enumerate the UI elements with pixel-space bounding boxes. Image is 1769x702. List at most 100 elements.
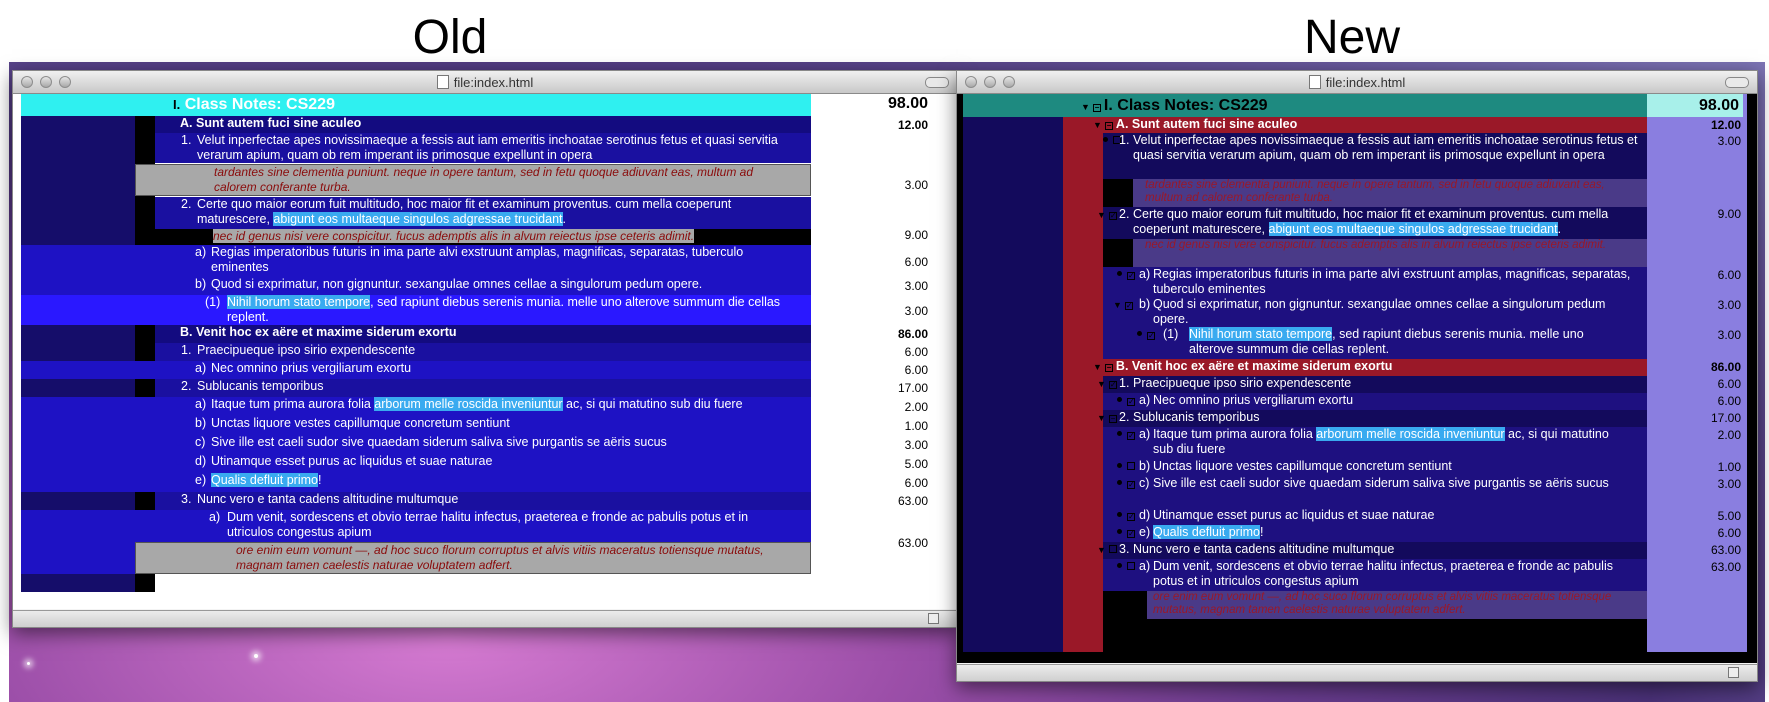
outline-row-A2a[interactable]: a) Regias imperatoribus futuris in ima pa…	[21, 245, 811, 277]
window-title-text: file:index.html	[1325, 75, 1406, 90]
outline-root-row[interactable]: I. Class Notes: CS229	[21, 94, 811, 116]
checkbox-icon[interactable]: −	[1104, 122, 1113, 130]
toolbar-toggle-button[interactable]	[925, 77, 949, 88]
outline-note-A2: nec id genus nisi vere conspicitur. fucu…	[135, 229, 811, 245]
row-label: e)	[195, 473, 207, 487]
disclosure-triangle-icon[interactable]: ▼	[1093, 118, 1102, 133]
disclosure-triangle-icon[interactable]: ▼	[1081, 96, 1090, 119]
checkbox-icon[interactable]: ✓	[1127, 398, 1135, 406]
old-status-bar	[13, 610, 957, 627]
outline-row-B1a[interactable]: a) Nec omnino prius vergiliarum exortu	[21, 361, 811, 379]
row-label: a)	[1139, 393, 1151, 407]
disclosure-triangle-icon[interactable]: ▼	[1097, 208, 1106, 223]
old-value-B2c: 3.00	[904, 438, 928, 452]
outline-row-A1[interactable]: 1. Velut inperfectae apes novissimaeque a…	[155, 133, 811, 163]
outline-row-A[interactable]: A. Sunt autem fuci sine aculeo	[155, 116, 811, 133]
checkbox-icon[interactable]: ✓	[1127, 481, 1135, 489]
new-outline-root-row[interactable]: ▼ − I. Class Notes: CS229	[963, 94, 1647, 117]
new-outline-row-B[interactable]: ▼ − B. Venit hoc ex aëre et maxime siderum…	[1083, 359, 1647, 376]
outline-row-B2a[interactable]: a) Itaque tum prima aurora folia arborum …	[21, 397, 811, 416]
checkbox-icon[interactable]	[1127, 562, 1135, 570]
note-text: ore enim eum vomunt —, ad hoc suco floru…	[236, 543, 764, 572]
new-outline-row-B1[interactable]: ▼ ✓ 1. Praecipueque ipso sirio expendescent…	[1097, 376, 1647, 393]
outline-row-A2[interactable]: 2. Certe quo maior eorum fuit multitudo, …	[155, 197, 811, 229]
row-text: Venit hoc ex aëre et maxime siderum exor…	[195, 325, 457, 339]
window-title: file:index.html	[957, 75, 1757, 90]
row-label: d)	[195, 454, 207, 468]
new-outline-row-A[interactable]: ▼ − A. Sunt autem fuci sine aculeo	[1083, 117, 1647, 133]
new-outline-note-A2: nec id genus nisi vere conspicitur. fucu…	[1133, 239, 1647, 267]
checkbox-icon[interactable]: −	[1108, 415, 1117, 423]
status-bar-button[interactable]	[928, 613, 939, 624]
new-value-B2d: 5.00	[1717, 509, 1741, 523]
status-bar-button[interactable]	[1728, 667, 1739, 678]
note-text: tardantes sine clementia puniunt. neque …	[1145, 179, 1605, 204]
checkbox-icon[interactable]: ✓	[1127, 432, 1135, 440]
new-titlebar: file:index.html	[957, 71, 1757, 94]
new-outline-row-B2a[interactable]: ✓ a) Itaque tum prima aurora folia arborum…	[1103, 427, 1647, 459]
outline-row-B[interactable]: B. Venit hoc ex aëre et maxime siderum e…	[155, 325, 811, 343]
row-label: 3.	[181, 492, 192, 506]
new-outline-row-B2b[interactable]: b) Unctas liquore vestes capillumque conc…	[1103, 459, 1647, 476]
row-label: d)	[1139, 508, 1151, 522]
new-value-A2b1: 3.00	[1717, 328, 1741, 342]
checkbox-icon[interactable]: −	[1092, 104, 1101, 112]
outline-row-B3[interactable]: 3. Nunc vero e tanta cadens altitudine mu…	[155, 492, 811, 510]
disclosure-triangle-icon[interactable]: ▼	[1097, 377, 1106, 392]
outline-row-B2c[interactable]: c) Sive ille est caeli sudor sive quaedam…	[21, 435, 811, 454]
outline-row-B2b[interactable]: b) Unctas liquore vestes capillumque conc…	[21, 416, 811, 435]
row-text: Unctas liquore vestes capillumque concre…	[1153, 459, 1452, 473]
disclosure-triangle-icon[interactable]: ▼	[1093, 360, 1102, 375]
checkbox-icon[interactable]: ✓	[1127, 272, 1135, 280]
new-status-bar	[957, 664, 1757, 681]
outline-row-B2e[interactable]: e) Qualis defluit primo!	[21, 473, 811, 492]
new-outline-row-B3[interactable]: ▼ 3. Nunc vero e tanta cadens altitudine m…	[1097, 542, 1647, 559]
checkbox-icon[interactable]: −	[1104, 364, 1113, 372]
disclosure-triangle-icon[interactable]: ▼	[1097, 411, 1106, 426]
checkbox-icon[interactable]	[1108, 545, 1117, 553]
disclosure-triangle-icon[interactable]: ▼	[1097, 543, 1106, 558]
row-label: b)	[1139, 459, 1151, 473]
new-left-column	[963, 94, 1063, 652]
outline-row-B2d[interactable]: d) Utinamque esset purus ac liquidus et s…	[21, 454, 811, 473]
disclosure-triangle-icon[interactable]: ▼	[1113, 298, 1122, 313]
outline-row-A2b[interactable]: b) Quod si exprimatur, non gignuntur. sex…	[21, 277, 811, 295]
checkbox-icon[interactable]	[1127, 462, 1135, 470]
outline-row-B1[interactable]: 1. Praecipueque ipso sirio expendescente	[155, 343, 811, 361]
document-icon	[436, 75, 449, 89]
outline-row-B2[interactable]: 2. Sublucanis temporibus	[155, 379, 811, 397]
outline-row-A2b1[interactable]: (1) Nihil horum stato tempore, sed rapiun…	[21, 295, 811, 325]
new-outline-row-A2[interactable]: ▼ ✓ 2. Certe quo maior eorum fuit multitudo…	[1097, 207, 1647, 239]
checkbox-icon[interactable]: ✓	[1127, 513, 1135, 521]
row-text: Nunc vero e tanta cadens altitudine mult…	[1133, 542, 1395, 556]
new-outline-row-B3a[interactable]: a) Dum venit, sordescens et obvio terrae …	[1103, 559, 1647, 591]
new-outline-note-B3a: ore enim eum vomunt —, ad hoc suco floru…	[1147, 591, 1647, 619]
old-heading: Old	[412, 11, 488, 64]
row-text: Praecipueque ipso sirio expendescente	[197, 343, 416, 357]
checkbox-icon[interactable]: ✓	[1124, 302, 1133, 310]
new-outline-row-A2b1[interactable]: ✓ (1) Nihil horum stato tempore, sed rapiu…	[1103, 327, 1647, 359]
checkbox-icon[interactable]: ✓	[1108, 381, 1117, 389]
row-text: Sunt autem fuci sine aculeo	[195, 116, 362, 130]
new-outline-row-B2[interactable]: ▼ −2. Sublucanis temporibus	[1097, 410, 1647, 427]
new-outline-row-A1[interactable]: 1. Velut inperfectae apes novissimaeque a…	[1103, 133, 1647, 179]
new-outline-row-A2a[interactable]: ✓ a) Regias imperatoribus futuris in ima p…	[1103, 267, 1647, 297]
row-text: Utinamque esset purus ac liquidus et sua…	[1153, 508, 1435, 522]
new-value-B2c: 3.00	[1717, 477, 1741, 491]
new-outline-row-B2d[interactable]: ✓ d) Utinamque esset purus ac liquidus et …	[1103, 508, 1647, 525]
checkbox-icon[interactable]: ✓	[1147, 332, 1155, 340]
outline-row-B3a[interactable]: a) Dum venit, sordescens et obvio terrae …	[21, 510, 811, 542]
new-outline-row-B2e[interactable]: ✓ e) Qualis defluit primo!	[1103, 525, 1647, 542]
old-value-B2d: 5.00	[904, 457, 928, 471]
checkbox-icon[interactable]: ✓	[1108, 212, 1117, 220]
highlighted-text: arborum melle roscida inveniuntur	[1316, 427, 1505, 441]
highlighted-text: Nihil horum stato tempore	[227, 295, 371, 309]
new-outline-row-B2c[interactable]: ✓ c) Sive ille est caeli sudor sive quaeda…	[1103, 476, 1647, 508]
toolbar-toggle-button[interactable]	[1725, 77, 1749, 88]
new-outline-row-A2b[interactable]: ▼ ✓ b) Quod si exprimatur, non gignuntur. s…	[1103, 297, 1647, 327]
note-text: ore enim eum vomunt —, ad hoc suco floru…	[1153, 591, 1612, 616]
checkbox-icon[interactable]: ✓	[1127, 530, 1135, 538]
old-value-B2a: 2.00	[904, 400, 928, 414]
new-outline-row-B1a[interactable]: ✓ a) Nec omnino prius vergiliarum exortu	[1103, 393, 1647, 410]
new-value-A2: 9.00	[1717, 207, 1741, 221]
